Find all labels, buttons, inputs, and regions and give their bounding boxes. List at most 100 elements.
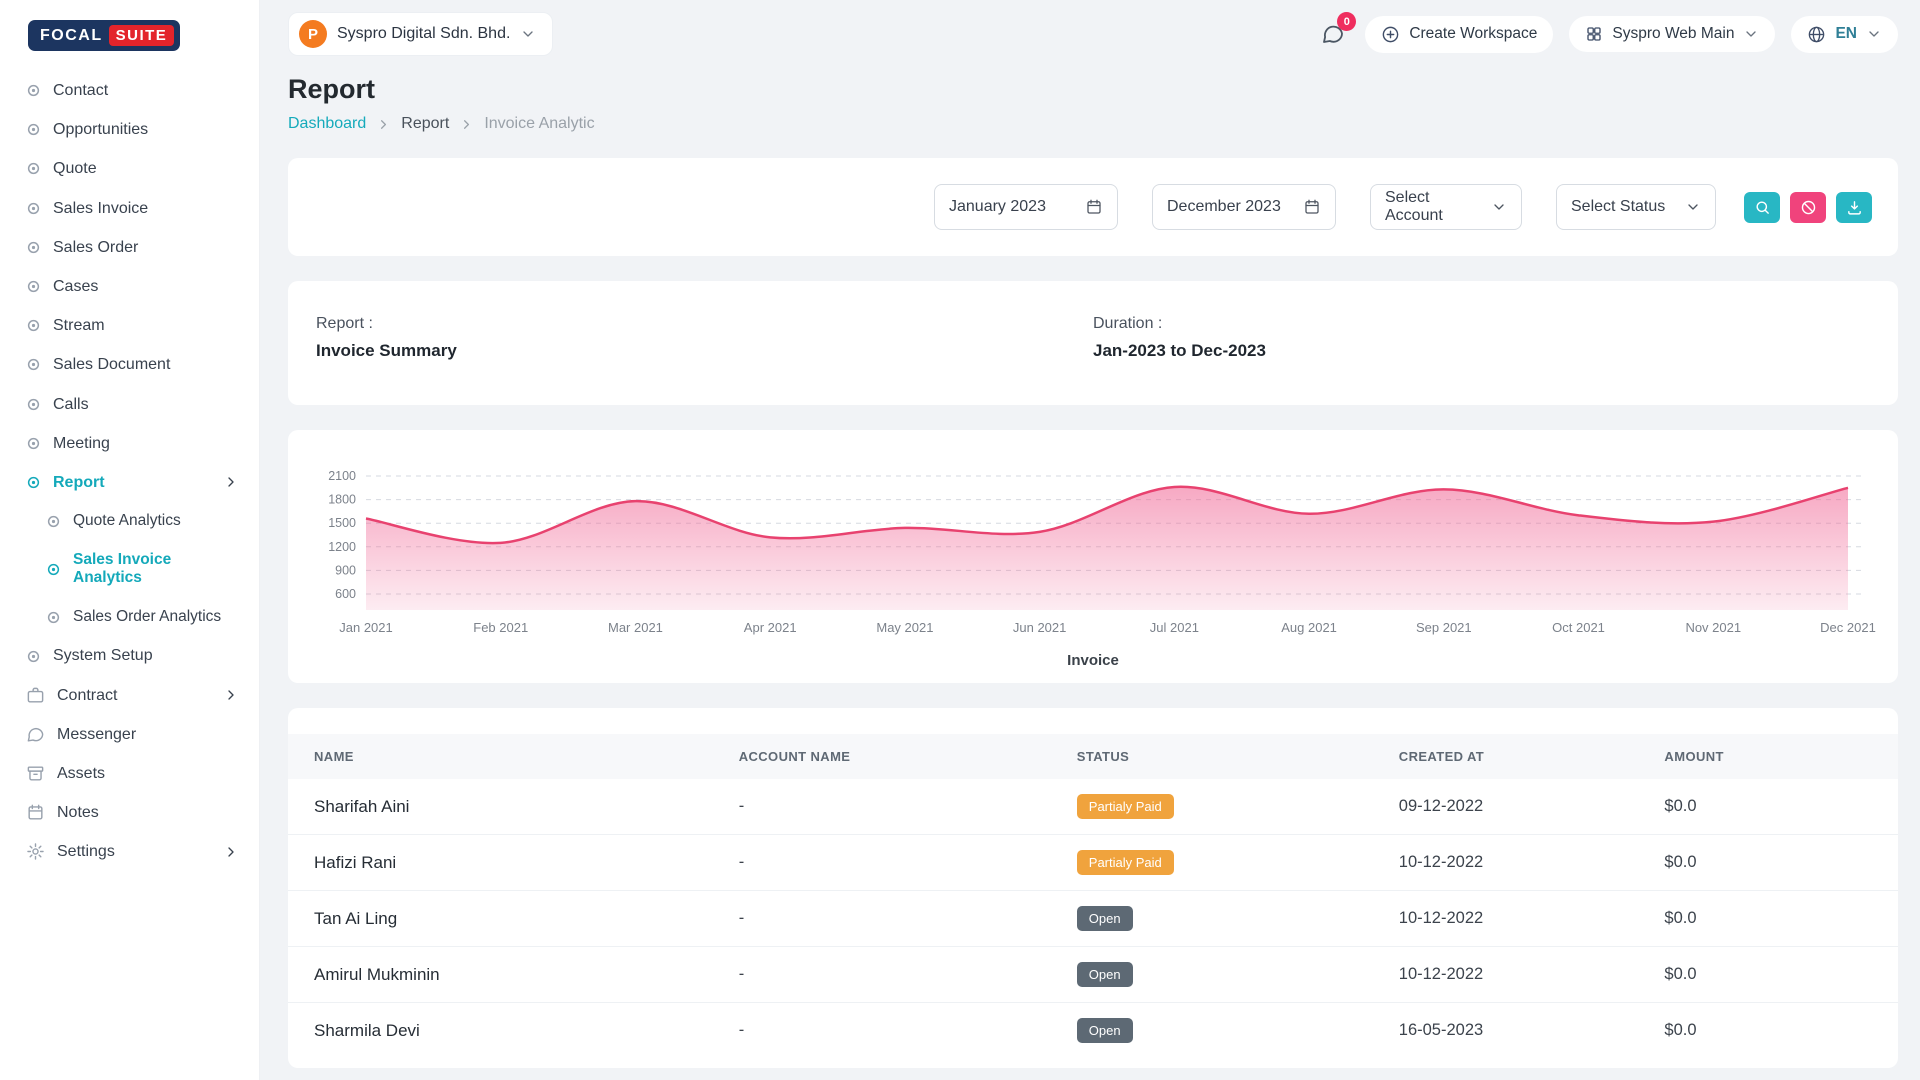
- search-button[interactable]: [1744, 192, 1780, 223]
- row-created-at: 09-12-2022: [1383, 779, 1649, 835]
- chevron-down-icon: [1743, 26, 1759, 42]
- sidebar-item-messenger[interactable]: Messenger: [14, 715, 247, 754]
- plus-circle-icon: [1381, 25, 1400, 44]
- dot-icon: [46, 610, 61, 625]
- dot-icon: [26, 475, 41, 490]
- app-logo[interactable]: FOCAL SUITE: [28, 20, 180, 51]
- reset-filter-icon: [1800, 199, 1817, 216]
- svg-text:Sep 2021: Sep 2021: [1416, 620, 1472, 635]
- globe-icon: [1807, 25, 1826, 44]
- chat-button[interactable]: 0: [1317, 18, 1349, 50]
- svg-text:1200: 1200: [328, 540, 356, 554]
- row-name: Tan Ai Ling: [288, 891, 723, 947]
- sidebar-item-notes[interactable]: Notes: [14, 793, 247, 832]
- sidebar-item-calls[interactable]: Calls: [14, 385, 247, 424]
- workspace-selector[interactable]: Syspro Web Main: [1569, 16, 1775, 52]
- status-badge: Open: [1077, 962, 1133, 987]
- chevron-down-icon: [1685, 199, 1701, 215]
- sidebar-item-settings[interactable]: Settings: [14, 832, 247, 871]
- sidebar-item-label: Sales Document: [53, 355, 170, 374]
- sidebar-item-sales-order-analytics[interactable]: Sales Order Analytics: [34, 598, 247, 637]
- report-summary-card: Report : Invoice Summary Duration : Jan-…: [288, 281, 1898, 405]
- row-status: Partialy Paid: [1061, 835, 1383, 891]
- dot-icon: [26, 279, 41, 294]
- dot-icon: [46, 562, 61, 577]
- reset-filter-button[interactable]: [1790, 192, 1826, 223]
- row-created-at: 10-12-2022: [1383, 835, 1649, 891]
- calendar-icon: [1085, 198, 1103, 216]
- end-date-input[interactable]: December 2023: [1152, 184, 1336, 230]
- sidebar-submenu-report: Quote Analytics Sales Invoice Analytics Sa…: [14, 502, 247, 636]
- sidebar-item-opportunities[interactable]: Opportunities: [14, 110, 247, 149]
- sidebar-item-sales-order[interactable]: Sales Order: [14, 228, 247, 267]
- dot-icon: [26, 83, 41, 98]
- account-select-value: Select Account: [1385, 189, 1477, 225]
- sidebar-item-meeting[interactable]: Meeting: [14, 424, 247, 463]
- chevron-right-icon: [223, 687, 239, 703]
- breadcrumb-report[interactable]: Report: [401, 115, 449, 133]
- sidebar-item-system-setup[interactable]: System Setup: [14, 636, 247, 675]
- dot-icon: [26, 397, 41, 412]
- status-select[interactable]: Select Status: [1556, 184, 1716, 230]
- download-button[interactable]: [1836, 192, 1872, 223]
- sidebar-item-cases[interactable]: Cases: [14, 267, 247, 306]
- chevron-right-icon: [223, 474, 239, 490]
- table-row[interactable]: Sharmila Devi-Open16-05-2023$0.0: [288, 1003, 1898, 1059]
- table-row[interactable]: Hafizi Rani-Partialy Paid10-12-2022$0.0: [288, 835, 1898, 891]
- sidebar-item-quote[interactable]: Quote: [14, 149, 247, 188]
- sidebar-item-sales-invoice[interactable]: Sales Invoice: [14, 189, 247, 228]
- create-workspace-button[interactable]: Create Workspace: [1365, 16, 1553, 53]
- row-created-at: 10-12-2022: [1383, 891, 1649, 947]
- create-workspace-label: Create Workspace: [1409, 25, 1537, 43]
- sidebar-item-label: Sales Order: [53, 238, 138, 257]
- sidebar-item-label: Sales Invoice Analytics: [73, 551, 239, 588]
- reset-filter-icon: [1800, 199, 1817, 216]
- table-row[interactable]: Amirul Mukminin-Open10-12-2022$0.0: [288, 947, 1898, 1003]
- company-selector[interactable]: P Syspro Digital Sdn. Bhd.: [288, 12, 553, 56]
- sidebar-item-label: Settings: [57, 842, 115, 861]
- main-area: P Syspro Digital Sdn. Bhd. 0 Create Work…: [260, 0, 1920, 1080]
- page-content: Report DashboardReportInvoice Analytic J…: [260, 60, 1920, 1080]
- topbar-right: 0 Create Workspace Syspro Web Main EN: [1317, 16, 1898, 53]
- chevron-down-icon: [1866, 26, 1882, 42]
- table-row[interactable]: Sharifah Aini-Partialy Paid09-12-2022$0.…: [288, 779, 1898, 835]
- chevron-down-icon: [1866, 26, 1882, 42]
- table-row[interactable]: Tan Ai Ling-Open10-12-2022$0.0: [288, 891, 1898, 947]
- svg-text:May 2021: May 2021: [876, 620, 933, 635]
- sidebar-item-label: System Setup: [53, 646, 153, 665]
- sidebar-item-assets[interactable]: Assets: [14, 754, 247, 793]
- dot-icon: [26, 318, 41, 333]
- column-header-status: STATUS: [1061, 734, 1383, 779]
- row-name: Hafizi Rani: [288, 835, 723, 891]
- language-selector[interactable]: EN: [1791, 16, 1898, 53]
- dot-icon: [26, 436, 41, 451]
- dot-icon: [26, 240, 41, 255]
- briefcase-icon: [26, 686, 45, 705]
- svg-text:Dec 2021: Dec 2021: [1820, 620, 1876, 635]
- row-name: Sharmila Devi: [288, 1003, 723, 1059]
- status-badge: Open: [1077, 1018, 1133, 1043]
- sidebar-item-label: Stream: [53, 316, 105, 335]
- dot-icon: [26, 279, 41, 294]
- report-value: Invoice Summary: [316, 341, 1093, 361]
- duration-value: Jan-2023 to Dec-2023: [1093, 341, 1870, 361]
- sidebar-item-sales-invoice-analytics[interactable]: Sales Invoice Analytics: [34, 541, 247, 598]
- breadcrumb-dashboard[interactable]: Dashboard: [288, 115, 366, 133]
- row-amount: $0.0: [1648, 947, 1898, 1003]
- note-icon: [26, 803, 45, 822]
- sidebar-item-contact[interactable]: Contact: [14, 71, 247, 110]
- sidebar-item-contract[interactable]: Contract: [14, 676, 247, 715]
- sidebar-item-quote-analytics[interactable]: Quote Analytics: [34, 502, 247, 541]
- sidebar: FOCAL SUITE ContactOpportunitiesQuoteSal…: [0, 0, 260, 1080]
- chevron-right-icon: [376, 117, 391, 132]
- status-select-value: Select Status: [1571, 198, 1665, 216]
- breadcrumb: DashboardReportInvoice Analytic: [288, 115, 1898, 133]
- invoice-table: NAMEACCOUNT NAMESTATUSCREATED ATAMOUNT S…: [288, 734, 1898, 1058]
- report-summary-left: Report : Invoice Summary: [316, 315, 1093, 361]
- sidebar-item-stream[interactable]: Stream: [14, 306, 247, 345]
- start-date-input[interactable]: January 2023: [934, 184, 1118, 230]
- svg-text:2100: 2100: [328, 469, 356, 483]
- sidebar-item-report[interactable]: Report: [14, 463, 247, 502]
- sidebar-item-sales-document[interactable]: Sales Document: [14, 345, 247, 384]
- account-select[interactable]: Select Account: [1370, 184, 1522, 230]
